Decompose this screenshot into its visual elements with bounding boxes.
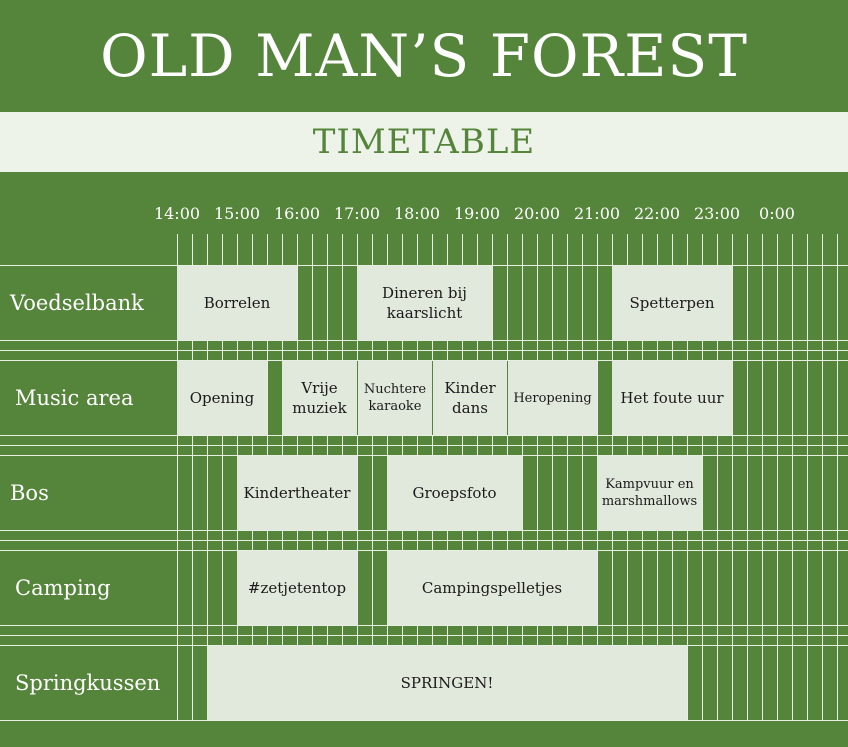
grid-line <box>0 625 848 626</box>
event-block[interactable]: Dineren bij kaarslicht <box>357 266 492 340</box>
time-label: 0:00 <box>759 204 795 223</box>
grid-line <box>0 445 848 446</box>
row-label: Voedselbank <box>10 290 144 315</box>
grid-tick <box>762 234 763 720</box>
event-block[interactable]: Kindertheater <box>237 456 357 530</box>
time-label: 22:00 <box>633 204 681 223</box>
grid-tick <box>777 234 778 720</box>
time-label: 19:00 <box>453 204 501 223</box>
row-label: Music area <box>15 385 134 410</box>
event-block[interactable]: Nuchtere karaoke <box>357 361 432 435</box>
event-block[interactable]: Kinder dans <box>432 361 507 435</box>
time-label: 21:00 <box>573 204 621 223</box>
event-block[interactable]: Opening <box>177 361 267 435</box>
grid-tick <box>747 234 748 720</box>
timetable-grid: 14:00 15:00 16:00 17:00 18:00 19:00 20:00 21:00… <box>0 172 848 747</box>
grid-line <box>0 340 848 341</box>
time-label: 14:00 <box>153 204 201 223</box>
grid-tick <box>822 234 823 720</box>
event-block[interactable]: #zetjetentop <box>237 551 357 625</box>
row-label: Springkussen <box>15 670 161 695</box>
event-block[interactable]: Groepsfoto <box>387 456 522 530</box>
event-block[interactable]: Heropening <box>507 361 597 435</box>
time-label: 15:00 <box>213 204 261 223</box>
grid-line <box>0 350 848 351</box>
grid-tick <box>807 234 808 720</box>
event-block[interactable]: Kampvuur en marshmallows <box>597 456 702 530</box>
row-label: Bos <box>10 480 49 505</box>
grid-line <box>0 720 848 721</box>
event-block[interactable]: Het foute uur <box>612 361 732 435</box>
event-block[interactable]: Vrije muziek <box>282 361 357 435</box>
subtitle-band: TIMETABLE <box>0 112 848 172</box>
grid-line <box>0 635 848 636</box>
grid-line <box>0 530 848 531</box>
event-block[interactable]: Spetterpen <box>612 266 732 340</box>
time-label: 23:00 <box>693 204 741 223</box>
grid-tick <box>792 234 793 720</box>
grid-tick <box>837 234 838 720</box>
page-title: OLD MAN’S FOREST <box>100 22 748 90</box>
grid-tick <box>732 234 733 720</box>
page-subtitle: TIMETABLE <box>312 122 536 162</box>
time-label: 18:00 <box>393 204 441 223</box>
time-label: 20:00 <box>513 204 561 223</box>
grid-line <box>0 540 848 541</box>
grid-line <box>0 435 848 436</box>
event-block[interactable]: SPRINGEN! <box>207 646 687 720</box>
event-block[interactable]: Campingspelletjes <box>387 551 597 625</box>
time-label: 16:00 <box>273 204 321 223</box>
time-label: 17:00 <box>333 204 381 223</box>
row-label: Camping <box>15 575 111 600</box>
event-block[interactable]: Borrelen <box>177 266 297 340</box>
